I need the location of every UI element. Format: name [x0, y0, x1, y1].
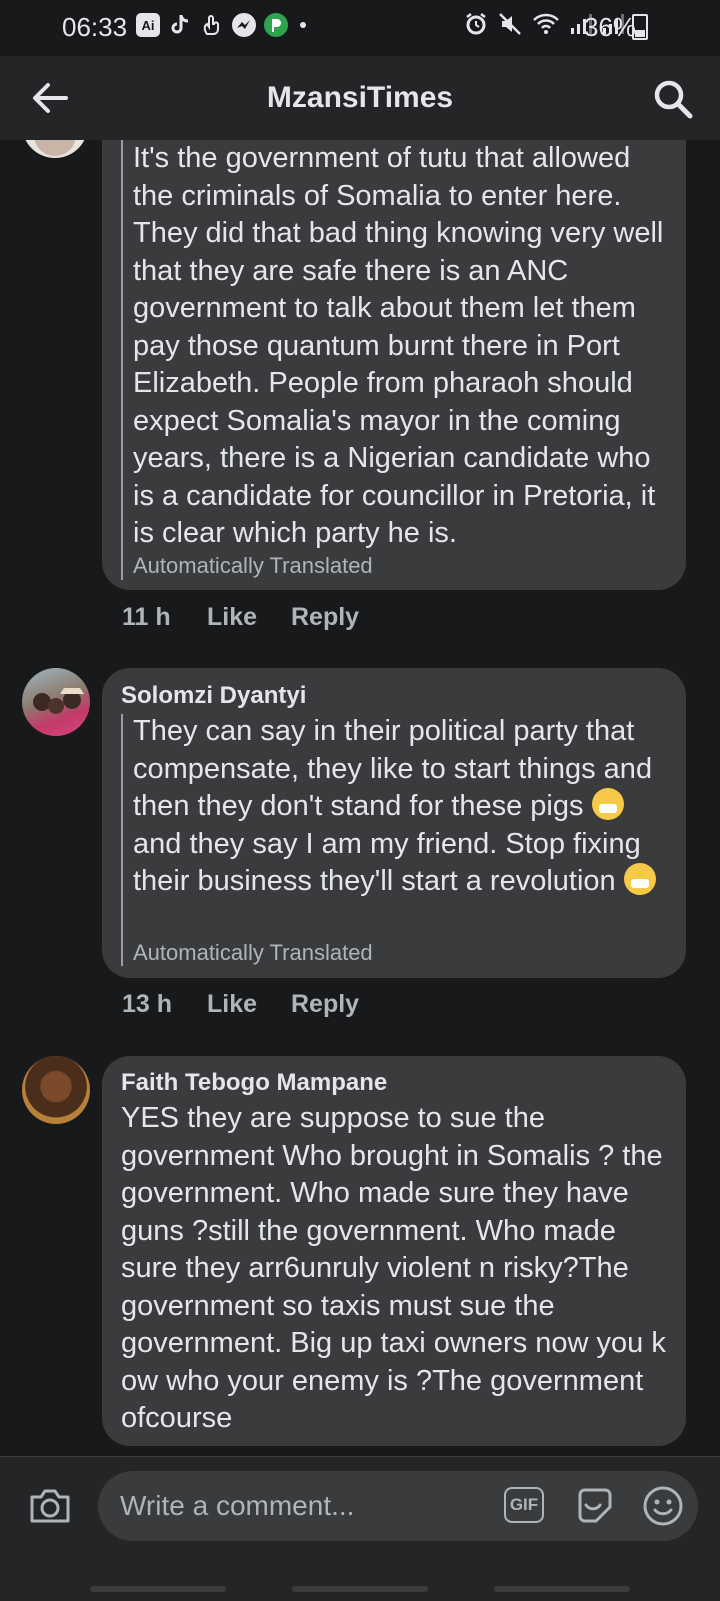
comment-time: 13 h: [122, 990, 173, 1018]
comment-time: 11 h: [122, 603, 171, 631]
p-app-icon: [264, 13, 288, 37]
tiktok-icon: [168, 13, 192, 37]
ai-app-icon: Ai: [136, 13, 160, 37]
sticker-icon[interactable]: [574, 1485, 616, 1527]
comments-list[interactable]: It's the government of tutu that allowed…: [0, 140, 720, 1456]
status-bar: 06:33 Ai 36%: [0, 0, 720, 56]
system-nav-bar: [0, 1578, 720, 1600]
search-icon[interactable]: [652, 78, 694, 120]
nav-back-handle[interactable]: [494, 1586, 630, 1592]
translation-label: Automatically Translated: [133, 940, 373, 965]
back-arrow-icon[interactable]: [28, 76, 72, 120]
battery-percent: 36%: [583, 12, 636, 42]
comment-text-part-1: They can say in their political party th…: [133, 715, 653, 822]
messenger-icon: [232, 13, 256, 37]
camera-icon[interactable]: [28, 1485, 72, 1525]
comment-text: They can say in their political party th…: [133, 713, 673, 901]
avatar[interactable]: [22, 668, 90, 736]
comment-author[interactable]: Faith Tebogo Mampane: [121, 1069, 387, 1097]
translation-quote-bar: [121, 714, 123, 966]
page-title: MzansiTimes: [266, 81, 454, 114]
translation-label: Automatically Translated: [133, 553, 373, 578]
avatar-people-icon: [33, 688, 84, 714]
avatar[interactable]: [22, 140, 88, 158]
hand-icon: [200, 13, 224, 37]
alarm-icon: [466, 13, 486, 35]
comment-text-part-2: and they say I am my friend. Stop fixing…: [133, 827, 641, 898]
more-notifications-dot-icon: [300, 22, 306, 28]
wifi-icon: [533, 13, 559, 34]
mute-icon: [499, 13, 521, 35]
status-time: 06:33: [62, 12, 128, 42]
reply-button[interactable]: Reply: [291, 603, 359, 632]
mask-face-emoji-icon: [623, 863, 656, 895]
reply-button[interactable]: Reply: [291, 990, 359, 1019]
like-button[interactable]: Like: [207, 990, 257, 1019]
comment-author[interactable]: Solomzi Dyantyi: [121, 682, 306, 710]
avatar[interactable]: [22, 1056, 90, 1124]
app-header: MzansiTimes: [0, 56, 720, 140]
status-notification-icons: Ai: [136, 13, 306, 37]
nav-home-handle[interactable]: [292, 1586, 428, 1592]
gif-button[interactable]: GIF: [504, 1487, 544, 1523]
comment-text: YES they are suppose to sue the governme…: [121, 1102, 666, 1434]
nav-recents-handle[interactable]: [90, 1586, 226, 1592]
translation-quote-bar: [121, 140, 123, 580]
like-button[interactable]: Like: [207, 603, 257, 632]
comment-text: It's the government of tutu that allowed…: [133, 142, 664, 549]
battery-icon: [632, 14, 648, 40]
mask-face-emoji-icon: [591, 788, 624, 820]
emoji-icon[interactable]: [642, 1485, 684, 1527]
